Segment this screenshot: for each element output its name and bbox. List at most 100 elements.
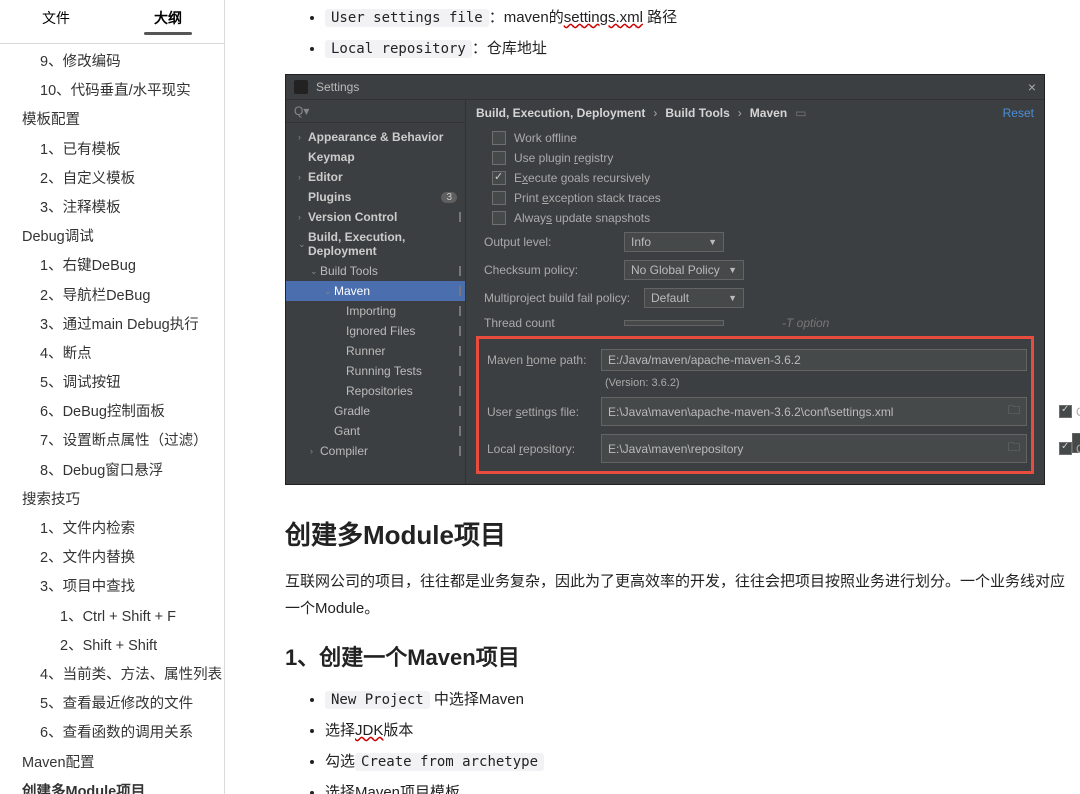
outline-item[interactable]: 2、Shift + Shift (0, 632, 224, 661)
outline-item[interactable]: 4、断点 (0, 340, 224, 369)
tree-node[interactable]: Plugins3 (286, 187, 465, 207)
checkbox-row[interactable]: Print exception stack traces (476, 188, 1034, 208)
input-thread-count[interactable] (624, 320, 724, 326)
tree-node[interactable]: Keymap (286, 147, 465, 167)
code-user-settings: User settings file (325, 9, 489, 27)
label-local-repo: Local repository: (483, 442, 593, 456)
outline-item[interactable]: 5、查看最近修改的文件 (0, 690, 224, 719)
input-maven-home[interactable]: E:/Java/maven/apache-maven-3.6.2 (601, 349, 1027, 371)
step-3: 勾选Create from archetype (325, 750, 1080, 771)
step-4: 选择Maven项目模板 (325, 781, 1080, 794)
checkbox-row[interactable]: Execute goals recursively (476, 168, 1034, 188)
sidebar-tabs: 文件 大纲 (0, 0, 224, 44)
tab-outline[interactable]: 大纲 (112, 0, 224, 43)
checkbox[interactable] (492, 171, 506, 185)
outline-item[interactable]: 7、设置断点属性（过滤） (0, 427, 224, 456)
outline-item[interactable]: 10、代码垂直/水平现实 (0, 77, 224, 106)
checkbox[interactable] (492, 191, 506, 205)
outline-item[interactable]: 搜索技巧 (0, 486, 224, 515)
label-user-settings: User settings file: (483, 405, 593, 419)
outline-item[interactable]: 1、Ctrl + Shift + F (0, 603, 224, 632)
outline-item[interactable]: 2、文件内替换 (0, 544, 224, 573)
breadcrumb: Build, Execution, Deployment› Build Tool… (476, 100, 1034, 128)
settings-tree: ›Appearance & BehaviorKeymap›EditorPlugi… (286, 123, 465, 465)
outline-item[interactable]: 6、DeBug控制面板 (0, 398, 224, 427)
dialog-title: Settings (316, 80, 359, 94)
tree-node[interactable]: Importing (286, 301, 465, 321)
checkbox-override-1[interactable]: Override (1059, 405, 1080, 419)
label-multi-fail: Multiproject build fail policy: (476, 291, 636, 305)
tree-node[interactable]: Gradle (286, 401, 465, 421)
outline-item[interactable]: 4、当前类、方法、属性列表 (0, 661, 224, 690)
highlighted-paths: Maven home path: E:/Java/maven/apache-ma… (476, 336, 1034, 474)
input-user-settings[interactable]: E:\Java\maven\apache-maven-3.6.2\conf\se… (601, 397, 1027, 426)
outline-item[interactable]: 2、导航栏DeBug (0, 282, 224, 311)
tree-node[interactable]: ⌄Build Tools (286, 261, 465, 281)
outline-item[interactable]: 8、Debug窗口悬浮 (0, 457, 224, 486)
outline-item[interactable]: 3、注释模板 (0, 194, 224, 223)
outline-item[interactable]: 3、项目中查找 (0, 573, 224, 602)
combo-checksum[interactable]: No Global Policy▼ (624, 260, 744, 280)
settings-dialog: Settings × Q▾ ›Appearance & BehaviorKeym… (285, 74, 1045, 485)
main-content: User settings file：maven的settings.xml 路径… (225, 0, 1080, 794)
checkbox[interactable] (492, 131, 506, 145)
outline-item[interactable]: 模板配置 (0, 106, 224, 135)
tree-node[interactable]: ⌄Maven (286, 281, 465, 301)
link-settings-xml: settings.xml (564, 9, 643, 26)
tree-node[interactable]: ›Version Control (286, 207, 465, 227)
tree-node[interactable]: Runner (286, 341, 465, 361)
tree-node[interactable]: Running Tests (286, 361, 465, 381)
outline-item[interactable]: 1、右键DeBug (0, 252, 224, 281)
outline-item[interactable]: 1、文件内检索 (0, 515, 224, 544)
outline-item[interactable]: 2、自定义模板 (0, 165, 224, 194)
step-1: New Project 中选择Maven (325, 688, 1080, 709)
outline-item[interactable]: 5、调试按钮 (0, 369, 224, 398)
tree-node[interactable]: ›Editor (286, 167, 465, 187)
label-maven-home: Maven home path: (483, 353, 593, 367)
outline-item[interactable]: Debug调试 (0, 223, 224, 252)
label-thread-count: Thread count (476, 316, 616, 330)
tree-node[interactable]: ›Compiler (286, 441, 465, 461)
outline-item[interactable]: Maven配置 (0, 749, 224, 778)
bullet-user-settings: User settings file：maven的settings.xml 路径 (325, 6, 1080, 27)
label-t-option: -T option (782, 316, 829, 330)
input-local-repo[interactable]: E:\Java\maven\repository🗀 (601, 434, 1027, 463)
tree-node[interactable]: Gant (286, 421, 465, 441)
checkbox-override-2[interactable]: Override (1059, 442, 1080, 456)
dialog-main: Build, Execution, Deployment› Build Tool… (466, 100, 1044, 484)
checkbox[interactable] (492, 211, 506, 225)
label-output-level: Output level: (476, 235, 616, 249)
dialog-title-bar: Settings × (286, 75, 1044, 100)
tree-node[interactable]: ⌄Build, Execution, Deployment (286, 227, 465, 261)
tree-node[interactable]: Repositories (286, 381, 465, 401)
combo-output-level[interactable]: Info▼ (624, 232, 724, 252)
tab-file[interactable]: 文件 (0, 0, 112, 43)
tree-node[interactable]: Ignored Files (286, 321, 465, 341)
outline-item[interactable]: 9、修改编码 (0, 48, 224, 77)
reset-link[interactable]: Reset (1003, 106, 1034, 120)
checkbox-row[interactable]: Work offline (476, 128, 1034, 148)
outline-list: 9、修改编码10、代码垂直/水平现实模板配置1、已有模板2、自定义模板3、注释模… (0, 44, 224, 794)
paragraph-intro: 互联网公司的项目，往往都是业务复杂，因此为了更高效率的开发，往往会把项目按照业务… (285, 568, 1065, 622)
tree-node[interactable]: ›Appearance & Behavior (286, 127, 465, 147)
search-input[interactable]: Q▾ (286, 100, 465, 123)
label-checksum: Checksum policy: (476, 263, 616, 277)
combo-multi-fail[interactable]: Default▼ (644, 288, 744, 308)
checkbox[interactable] (492, 151, 506, 165)
folder-icon[interactable]: 🗀 (1008, 438, 1020, 459)
app-icon (294, 80, 308, 94)
outline-item[interactable]: 创建多Module项目 (0, 778, 224, 794)
outline-item[interactable]: 3、通过main Debug执行 (0, 311, 224, 340)
heading-create-module: 创建多Module项目 (285, 515, 1080, 552)
checkbox-row[interactable]: Use plugin registry (476, 148, 1034, 168)
step-2: 选择JDK版本 (325, 719, 1080, 740)
code-local-repo: Local repository (325, 40, 472, 58)
close-icon[interactable]: × (1028, 79, 1036, 95)
heading-create-maven: 1、创建一个Maven项目 (285, 640, 1080, 672)
checkbox-row[interactable]: Always update snapshots (476, 208, 1034, 228)
bullet-local-repo: Local repository：仓库地址 (325, 37, 1080, 58)
label-version: (Version: 3.6.2) (483, 375, 1027, 393)
outline-item[interactable]: 1、已有模板 (0, 136, 224, 165)
folder-icon[interactable]: 🗀 (1008, 401, 1020, 422)
outline-item[interactable]: 6、查看函数的调用关系 (0, 719, 224, 748)
